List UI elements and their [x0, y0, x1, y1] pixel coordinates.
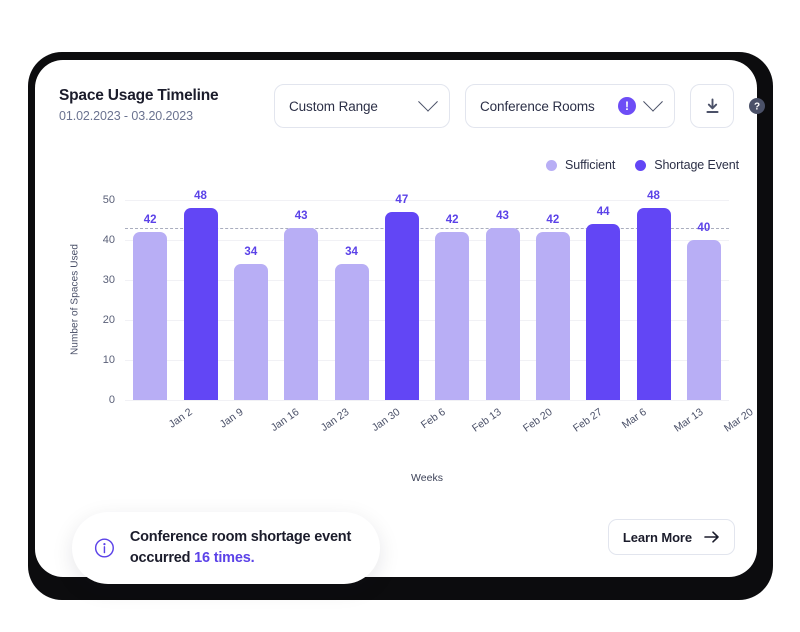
x-axis-tick-label: Jan 2: [166, 406, 195, 431]
bar[interactable]: [535, 232, 570, 400]
bar[interactable]: [384, 212, 419, 400]
y-axis-tick-label: 30: [102, 274, 115, 286]
card-header: Space Usage Timeline 01.02.2023 - 03.20.…: [59, 84, 765, 132]
bar[interactable]: [284, 228, 319, 400]
title-block: Space Usage Timeline 01.02.2023 - 03.20.…: [59, 86, 219, 125]
bar-value-label: 44: [596, 206, 610, 218]
info-circle-icon: [94, 538, 114, 558]
legend-label: Shortage Event: [654, 158, 739, 172]
download-icon: [705, 98, 719, 113]
bar-value-label: 40: [697, 222, 711, 234]
bar-group[interactable]: 47: [384, 194, 419, 400]
legend-item-sufficient[interactable]: Sufficient: [546, 158, 615, 172]
alert-badge: !: [618, 97, 636, 115]
bar-group[interactable]: 42: [535, 200, 570, 400]
date-range-select[interactable]: Custom Range: [274, 84, 450, 128]
arrow-right-icon: [704, 531, 719, 543]
bar-value-label: 47: [395, 194, 409, 206]
plot-area: 42 48 34 43 34 47 42 43 42 44 48 40: [125, 190, 729, 400]
x-axis-tick-label: Jan 23: [318, 406, 352, 434]
legend-item-shortage-event[interactable]: Shortage Event: [635, 158, 739, 172]
page-title: Space Usage Timeline: [59, 87, 219, 104]
bar[interactable]: [133, 232, 168, 400]
x-axis-tick-label: Feb 6: [418, 406, 448, 432]
bar-group[interactable]: 40: [686, 200, 721, 400]
bar[interactable]: [636, 208, 671, 400]
toast-highlight: 16 times.: [194, 550, 255, 566]
y-axis-tick-label: 10: [102, 354, 115, 366]
chart-legend: Sufficient Shortage Event: [546, 158, 739, 172]
date-range-select-value: Custom Range: [289, 98, 378, 114]
x-axis-tick-label: Mar 6: [620, 406, 649, 432]
bar-group[interactable]: 48: [183, 190, 218, 400]
bar-value-label: 34: [244, 246, 258, 258]
bar-group[interactable]: 34: [233, 200, 268, 400]
help-circle-icon[interactable]: ?: [748, 97, 766, 115]
chevron-down-icon: [418, 91, 438, 112]
x-axis-tick-label: Feb 20: [520, 406, 555, 435]
x-axis-tick-label: Feb 27: [570, 406, 605, 435]
x-axis-tick-label: Mar 20: [721, 406, 756, 435]
y-axis-tick-label: 20: [102, 314, 115, 326]
y-axis-tick-label: 40: [102, 234, 115, 246]
x-axis-tick-label: Feb 13: [470, 406, 504, 435]
space-type-select[interactable]: Conference Rooms !: [465, 84, 675, 128]
bar-value-label: 48: [647, 190, 660, 202]
y-axis-title: Number of Spaces Used: [69, 243, 81, 356]
space-type-select-value: Conference Rooms: [480, 98, 595, 114]
x-axis-tick-label: Jan 30: [369, 406, 402, 434]
bar[interactable]: [334, 264, 369, 400]
bar[interactable]: [233, 264, 268, 400]
legend-swatch: [635, 159, 647, 171]
bar-value-label: 34: [345, 246, 358, 258]
bar-value-label: 48: [194, 190, 207, 202]
bar[interactable]: [485, 228, 520, 400]
bar[interactable]: [435, 232, 470, 400]
chevron-down-icon: [643, 91, 663, 112]
bar-group[interactable]: 42: [133, 200, 168, 400]
learn-more-label: Learn More: [622, 529, 692, 545]
learn-more-button[interactable]: Learn More: [607, 519, 735, 555]
x-axis-tick-label: Jan 9: [217, 406, 246, 431]
y-axis-tick-label: 0: [108, 394, 115, 406]
bar-group[interactable]: 42: [435, 200, 470, 400]
bar-group[interactable]: 43: [284, 200, 319, 400]
download-button[interactable]: [690, 84, 734, 128]
bar-group[interactable]: 44: [586, 200, 621, 400]
bar[interactable]: [183, 208, 218, 400]
bar-value-label: 42: [143, 214, 157, 226]
x-axis-tick-label: Mar 13: [671, 406, 706, 435]
bar-value-label: 43: [496, 210, 509, 222]
space-usage-card: Space Usage Timeline 01.02.2023 - 03.20.…: [35, 60, 765, 577]
date-range-label: 01.02.2023 - 03.20.2023: [59, 109, 193, 123]
bar[interactable]: [586, 224, 621, 400]
bar-group[interactable]: 43: [485, 200, 520, 400]
bar[interactable]: [686, 240, 721, 400]
y-axis-tick-label: 50: [102, 194, 115, 206]
bar-value-label: 43: [294, 210, 308, 222]
bar-group[interactable]: 34: [334, 200, 369, 400]
gridline: [125, 400, 729, 401]
help-glyph: ?: [754, 102, 760, 113]
bar-value-label: 42: [445, 214, 459, 226]
x-axis-title: Weeks: [411, 472, 443, 484]
legend-swatch: [546, 159, 558, 171]
bar-chart: Number of Spaces Used 0 10 20 30 40 50 42 48 34…: [57, 190, 756, 490]
toast-text: Conference room shortage event occurred …: [130, 527, 358, 569]
legend-label: Sufficient: [565, 158, 616, 172]
bar-group[interactable]: 48: [636, 190, 671, 400]
shortage-toast: Conference room shortage event occurred …: [72, 512, 380, 584]
bar-value-label: 42: [546, 214, 560, 226]
x-axis-tick-label: Jan 16: [268, 406, 302, 434]
